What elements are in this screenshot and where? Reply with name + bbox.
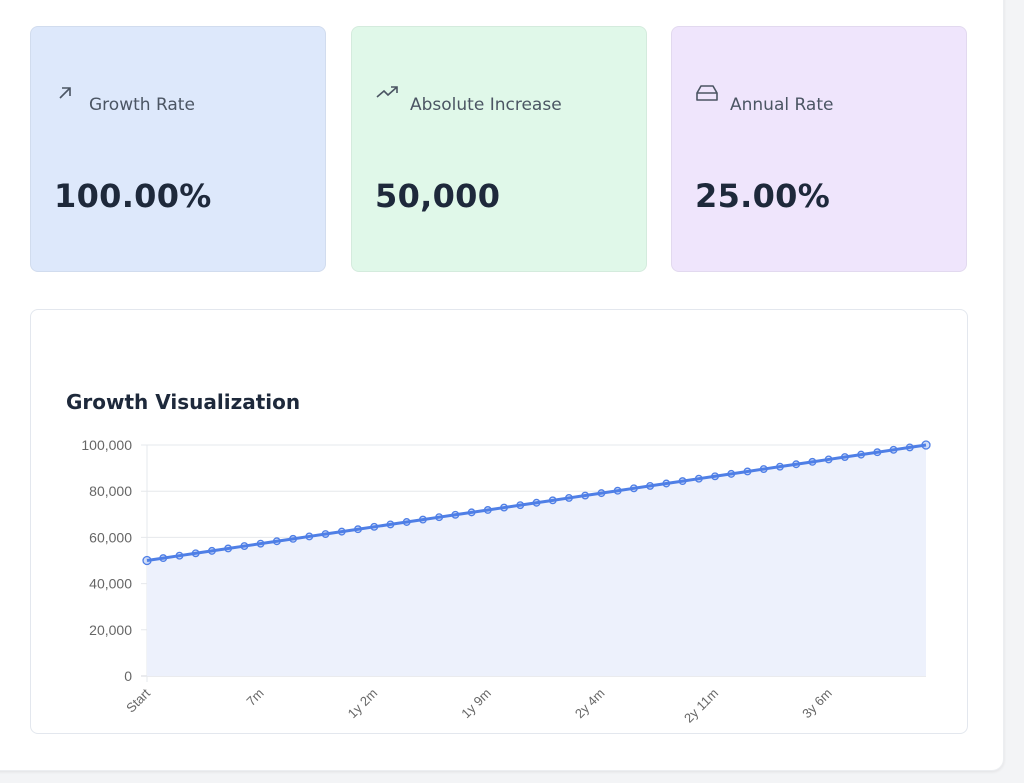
- data-point: [629, 484, 638, 493]
- y-tick-label: 20,000: [89, 622, 132, 638]
- data-point: [565, 493, 573, 502]
- x-tick-label: 2y 4m: [572, 686, 608, 722]
- data-point: [370, 522, 379, 531]
- data-point: [613, 486, 622, 495]
- data-point: [207, 546, 216, 555]
- y-tick-label: 0: [124, 668, 132, 684]
- data-point: [240, 542, 249, 551]
- x-tick-label: 1y 9m: [458, 686, 494, 722]
- data-point: [775, 462, 784, 471]
- data-point: [418, 515, 427, 524]
- data-point: [354, 525, 362, 534]
- data-point: [743, 467, 752, 476]
- data-point: [905, 443, 914, 452]
- data-point: [759, 465, 768, 474]
- data-point: [142, 555, 152, 566]
- y-tick-label: 40,000: [89, 576, 132, 592]
- y-tick-label: 100,000: [81, 437, 132, 453]
- data-point: [159, 554, 168, 563]
- x-tick-label: 1y 2m: [345, 686, 381, 722]
- data-point: [857, 450, 866, 459]
- data-point: [451, 510, 460, 519]
- data-point: [467, 508, 476, 517]
- data-point: [678, 477, 687, 486]
- data-point: [191, 549, 200, 558]
- data-point: [711, 472, 719, 481]
- data-point: [289, 534, 298, 543]
- data-point: [646, 481, 655, 490]
- data-point: [305, 532, 314, 541]
- data-point: [516, 501, 525, 510]
- data-point: [921, 440, 931, 450]
- data-point: [272, 537, 281, 546]
- data-point: [792, 460, 801, 469]
- data-point: [321, 530, 330, 538]
- x-tick-label: 7m: [243, 686, 266, 709]
- data-point: [548, 496, 557, 505]
- x-tick-label: Start: [123, 685, 153, 715]
- data-point: [824, 455, 833, 464]
- x-tick-label: 2y 11m: [681, 686, 721, 726]
- data-point: [873, 448, 882, 457]
- data-point: [727, 469, 736, 478]
- data-point: [889, 445, 898, 454]
- data-point: [840, 453, 849, 461]
- area-fill: [147, 445, 926, 676]
- data-point: [808, 457, 817, 466]
- y-tick-label: 80,000: [89, 483, 132, 499]
- data-point: [256, 539, 265, 548]
- x-tick-label: 3y 6m: [799, 686, 835, 722]
- y-tick-label: 60,000: [89, 529, 132, 545]
- data-point: [483, 506, 492, 514]
- area: [147, 445, 926, 676]
- x-ticks: Start 7m 1y 2m 1y 9m 2y 4m 2y 11m 3y 6m: [123, 685, 835, 725]
- data-point: [386, 520, 395, 529]
- data-point: [581, 491, 590, 500]
- data-point: [224, 544, 233, 553]
- data-point: [175, 551, 184, 560]
- growth-chart: 0 20,000 40,000 60,000 80,000 100,000 Start 7m…: [81, 437, 931, 726]
- data-point: [435, 513, 444, 522]
- data-point: [500, 503, 508, 512]
- data-point: [532, 498, 541, 507]
- y-ticks: 0 20,000 40,000 60,000 80,000 100,000: [81, 437, 132, 684]
- data-point: [662, 479, 671, 488]
- data-point: [402, 518, 411, 526]
- data-point: [337, 527, 346, 536]
- data-point: [694, 474, 703, 483]
- data-point: [597, 489, 606, 498]
